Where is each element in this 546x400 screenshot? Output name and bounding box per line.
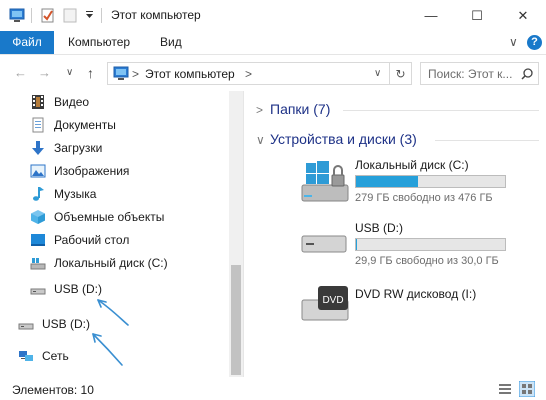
- up-button[interactable]: ↑: [87, 65, 94, 81]
- sidebar-item-documents[interactable]: Документы: [30, 114, 230, 136]
- chevron-right-icon: >: [256, 103, 264, 117]
- sidebar-item-label: USB (D:): [42, 317, 90, 331]
- drive-usage-fill: [356, 239, 357, 250]
- breadcrumb-this-pc[interactable]: Этот компьютер: [145, 67, 235, 81]
- group-title: Устройства и диски (3): [270, 131, 417, 147]
- navigation-pane: Видео Документы Загрузки Изображения Муз…: [0, 91, 243, 377]
- address-dropdown-icon[interactable]: ∨: [374, 68, 381, 79]
- details-view-icon[interactable]: [498, 382, 512, 396]
- sidebar-item-label: Объемные объекты: [54, 210, 165, 224]
- sidebar-item-pictures[interactable]: Изображения: [30, 160, 230, 182]
- status-bar: Элементов: 10: [0, 377, 546, 400]
- separator: [101, 8, 102, 23]
- properties-icon[interactable]: [40, 8, 55, 23]
- computer-icon: [113, 66, 129, 80]
- dvd-logo-text: DVD: [322, 295, 343, 306]
- sidebar-item-label: Рабочий стол: [54, 233, 130, 247]
- title-bar: Этот компьютер — ☐ ✕: [0, 0, 546, 31]
- sidebar-item-music[interactable]: Музыка: [30, 183, 230, 205]
- sidebar-item-usb-drive-root[interactable]: USB (D:): [18, 313, 218, 335]
- help-button[interactable]: ?: [527, 35, 542, 50]
- computer-icon: [9, 8, 25, 22]
- drive-usage-bar: [355, 238, 506, 251]
- sidebar-item-label: Локальный диск (C:): [54, 256, 168, 270]
- group-title: Папки (7): [270, 101, 331, 117]
- sidebar-item-video[interactable]: Видео: [30, 91, 230, 113]
- sidebar-item-network[interactable]: Сеть: [18, 345, 218, 367]
- usb-drive-icon: [30, 288, 46, 295]
- tab-computer[interactable]: Компьютер: [68, 31, 130, 54]
- tab-view[interactable]: Вид: [160, 31, 182, 54]
- 3d-objects-icon: [31, 210, 45, 224]
- video-icon: [32, 95, 44, 109]
- scrollbar-thumb[interactable]: [231, 265, 241, 375]
- maximize-icon: ☐: [471, 7, 483, 23]
- expand-ribbon-icon[interactable]: ∨: [509, 31, 518, 54]
- search-input[interactable]: Поиск: Этот к...: [420, 62, 539, 85]
- window-title: Этот компьютер: [111, 8, 201, 22]
- separator: [31, 8, 32, 23]
- breadcrumb-separator[interactable]: >: [132, 67, 139, 81]
- windows-disk-icon: [301, 161, 349, 202]
- customize-toolbar-icon[interactable]: [85, 11, 94, 20]
- sidebar-item-label: Загрузки: [54, 141, 103, 155]
- back-button[interactable]: ←: [14, 65, 27, 80]
- sidebar-item-desktop[interactable]: Рабочий стол: [30, 229, 230, 251]
- documents-icon: [32, 117, 44, 133]
- refresh-icon: ↻: [395, 66, 406, 81]
- ribbon: Файл Компьютер Вид ∨ ?: [0, 31, 546, 55]
- close-icon: ✕: [517, 7, 529, 23]
- drive-usage-fill: [356, 176, 418, 187]
- dvd-drive-icon: DVD: [301, 286, 349, 321]
- search-icon: [521, 68, 533, 80]
- drive-name: Локальный диск (C:): [355, 158, 469, 172]
- minimize-button[interactable]: —: [408, 0, 454, 31]
- sidebar-item-label: Видео: [54, 95, 90, 109]
- maximize-button[interactable]: ☐: [454, 0, 500, 31]
- chevron-down-icon: ∨: [256, 133, 265, 147]
- local-disk-icon: [30, 258, 46, 270]
- usb-drive-icon: [301, 235, 347, 253]
- music-icon: [33, 187, 44, 201]
- tab-file[interactable]: Файл: [0, 31, 54, 54]
- desktop-icon: [31, 234, 45, 246]
- downloads-icon: [32, 141, 44, 155]
- breadcrumb-separator[interactable]: >: [245, 67, 252, 81]
- address-bar[interactable]: > Этот компьютер > ∨: [107, 62, 390, 85]
- drive-usage-bar: [355, 175, 506, 188]
- group-header-folders[interactable]: > Папки (7): [256, 101, 330, 117]
- sidebar-item-local-disk[interactable]: Локальный диск (C:): [30, 252, 230, 274]
- sidebar-item-downloads[interactable]: Загрузки: [30, 137, 230, 159]
- sidebar-item-label: Музыка: [54, 187, 97, 201]
- network-icon: [19, 351, 33, 361]
- group-header-devices[interactable]: ∨ Устройства и диски (3): [256, 131, 417, 147]
- usb-drive-icon: [18, 323, 34, 330]
- sidebar-item-usb-drive[interactable]: USB (D:): [30, 278, 230, 300]
- refresh-button[interactable]: ↻: [390, 62, 412, 85]
- drive-name: USB (D:): [355, 221, 403, 235]
- forward-button[interactable]: →: [38, 65, 51, 80]
- drive-name: DVD RW дисковод (I:): [355, 287, 477, 301]
- sidebar-item-label: Документы: [54, 118, 116, 132]
- drive-free-space: 29,9 ГБ свободно из 30,0 ГБ: [355, 255, 499, 267]
- sidebar-item-3d-objects[interactable]: Объемные объекты: [30, 206, 230, 228]
- large-icons-view-icon[interactable]: [519, 381, 535, 397]
- drive-free-space: 279 ГБ свободно из 476 ГБ: [355, 192, 493, 204]
- new-folder-icon[interactable]: [63, 8, 77, 23]
- item-count: Элементов: 10: [12, 383, 94, 397]
- minimize-icon: —: [424, 8, 438, 23]
- sidebar-item-label: Изображения: [54, 164, 130, 178]
- close-button[interactable]: ✕: [500, 0, 546, 31]
- sidebar-item-label: Сеть: [42, 349, 69, 363]
- recent-locations-button[interactable]: ∨: [66, 67, 73, 78]
- sidebar-item-label: USB (D:): [54, 282, 102, 296]
- group-divider: [343, 110, 539, 111]
- search-placeholder: Поиск: Этот к...: [428, 67, 513, 81]
- group-divider: [435, 140, 539, 141]
- pictures-icon: [30, 164, 46, 178]
